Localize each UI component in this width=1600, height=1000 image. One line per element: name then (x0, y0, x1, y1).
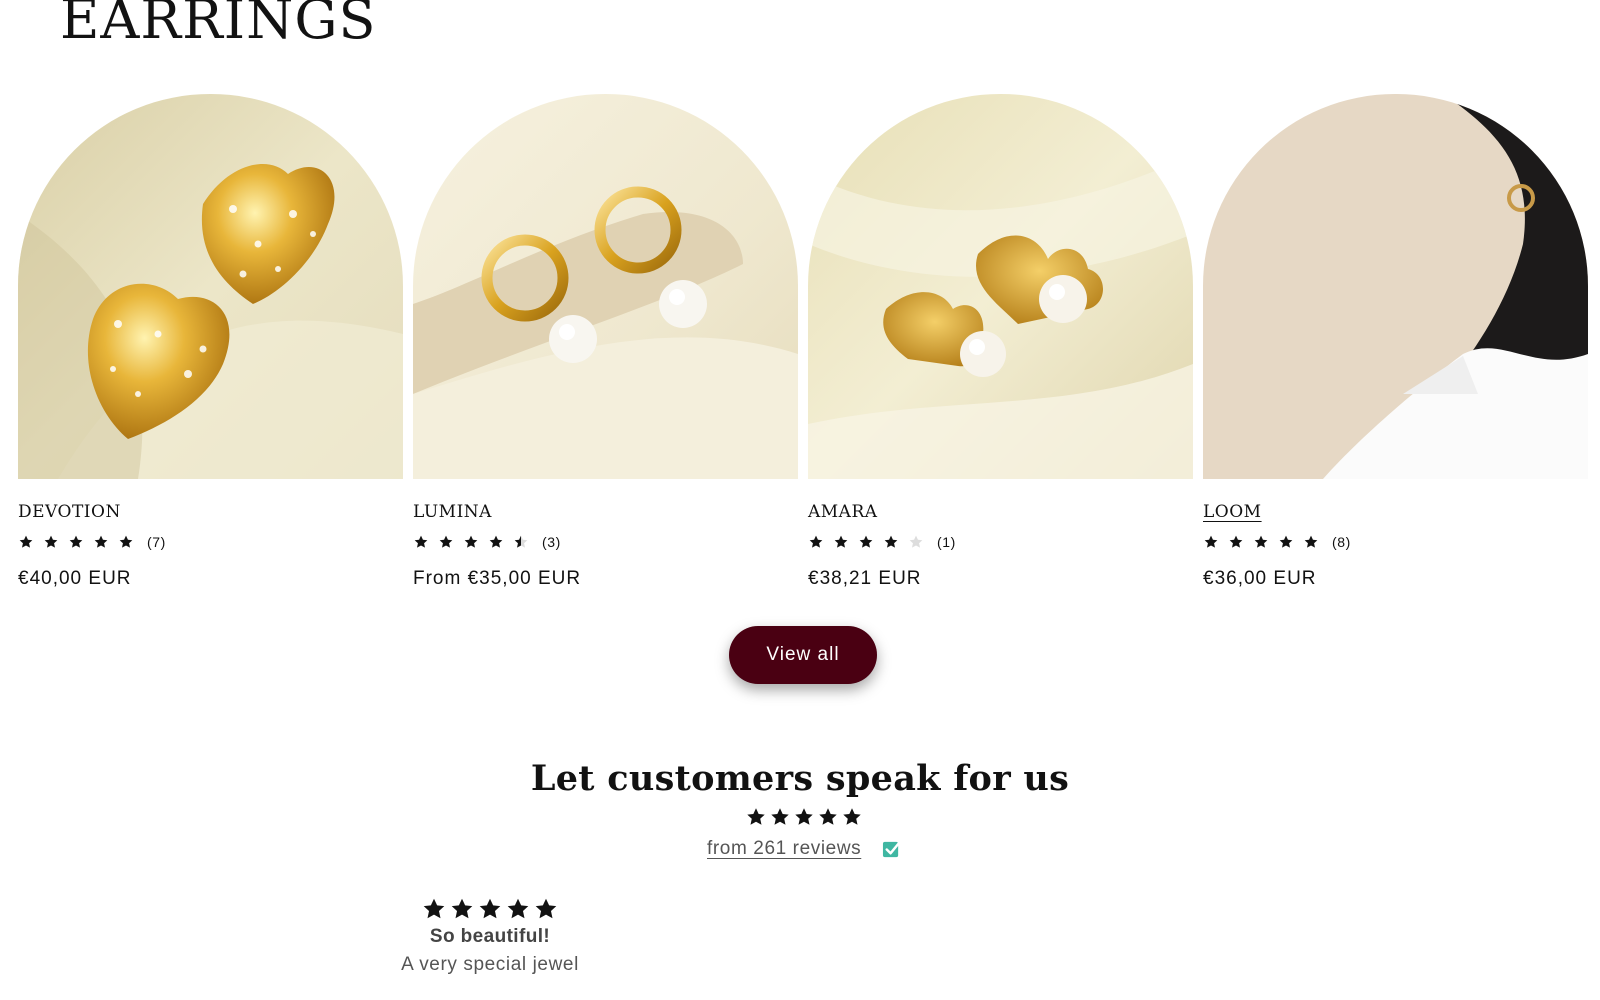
product-title[interactable]: LOOM (1203, 502, 1262, 522)
review-title: So beautiful! (429, 926, 551, 947)
product-title[interactable]: LUMINA (413, 502, 492, 522)
summary-star-rating (745, 806, 865, 828)
product-image-devotion[interactable] (18, 94, 403, 479)
product-card[interactable]: AMARA (1) €38,21 EUR (808, 94, 1193, 604)
product-price: From €35,00 EUR (413, 568, 582, 589)
product-price: €38,21 EUR (808, 568, 922, 589)
product-image-lumina[interactable] (413, 94, 798, 479)
star-rating (1203, 533, 1328, 551)
product-rating: (7) (18, 533, 166, 551)
product-grid: DEVOTION (7) €40,00 EUR LUMINA (3) From … (18, 94, 1591, 604)
star-icon (476, 896, 504, 922)
product-card[interactable]: LOOM (8) €36,00 EUR (1203, 94, 1588, 604)
star-icon (1253, 533, 1278, 551)
star-icon (908, 533, 933, 551)
star-icon (1203, 533, 1228, 551)
review-body: A very special jewel (401, 954, 579, 975)
product-title[interactable]: AMARA (808, 502, 878, 522)
view-all-button[interactable]: View all (729, 626, 877, 684)
star-icon (488, 533, 513, 551)
verified-check-icon (882, 840, 901, 859)
review-card: So beautiful! A very special jewel (380, 896, 600, 976)
star-icon (1303, 533, 1328, 551)
review-count: (7) (147, 534, 166, 550)
star-icon (68, 533, 93, 551)
star-icon (438, 533, 463, 551)
star-icon (808, 533, 833, 551)
product-card[interactable]: LUMINA (3) From €35,00 EUR (413, 94, 798, 604)
star-rating (18, 533, 143, 551)
review-count: (3) (542, 534, 561, 550)
star-icon (769, 806, 793, 828)
product-price: €36,00 EUR (1203, 568, 1317, 589)
product-rating: (1) (808, 533, 956, 551)
review-count: (1) (937, 534, 956, 550)
star-icon (118, 533, 143, 551)
star-icon (833, 533, 858, 551)
star-icon (448, 896, 476, 922)
review-count: (8) (1332, 534, 1351, 550)
star-icon (504, 896, 532, 922)
star-icon (841, 806, 865, 828)
star-icon (883, 533, 908, 551)
star-rating (413, 533, 538, 551)
star-icon (532, 896, 560, 922)
star-icon (463, 533, 488, 551)
star-icon (420, 896, 448, 922)
reviews-link[interactable]: from 261 reviews (707, 838, 861, 860)
product-price: €40,00 EUR (18, 568, 132, 589)
star-icon (43, 533, 68, 551)
star-icon (93, 533, 118, 551)
star-icon (745, 806, 769, 828)
product-title[interactable]: DEVOTION (18, 502, 121, 522)
reviews-heading: Let customers speak for us (530, 758, 1070, 799)
star-icon (1278, 533, 1303, 551)
star-icon (817, 806, 841, 828)
star-rating (808, 533, 933, 551)
star-icon (1228, 533, 1253, 551)
star-icon (513, 533, 538, 551)
product-image-loom[interactable] (1203, 94, 1588, 479)
section-title: EARRINGS (60, 0, 377, 51)
product-rating: (8) (1203, 533, 1351, 551)
star-icon (793, 806, 817, 828)
star-icon (413, 533, 438, 551)
star-icon (858, 533, 883, 551)
star-icon (18, 533, 43, 551)
product-card[interactable]: DEVOTION (7) €40,00 EUR (18, 94, 403, 604)
product-image-amara[interactable] (808, 94, 1193, 479)
review-star-rating (380, 896, 600, 922)
product-rating: (3) (413, 533, 561, 551)
